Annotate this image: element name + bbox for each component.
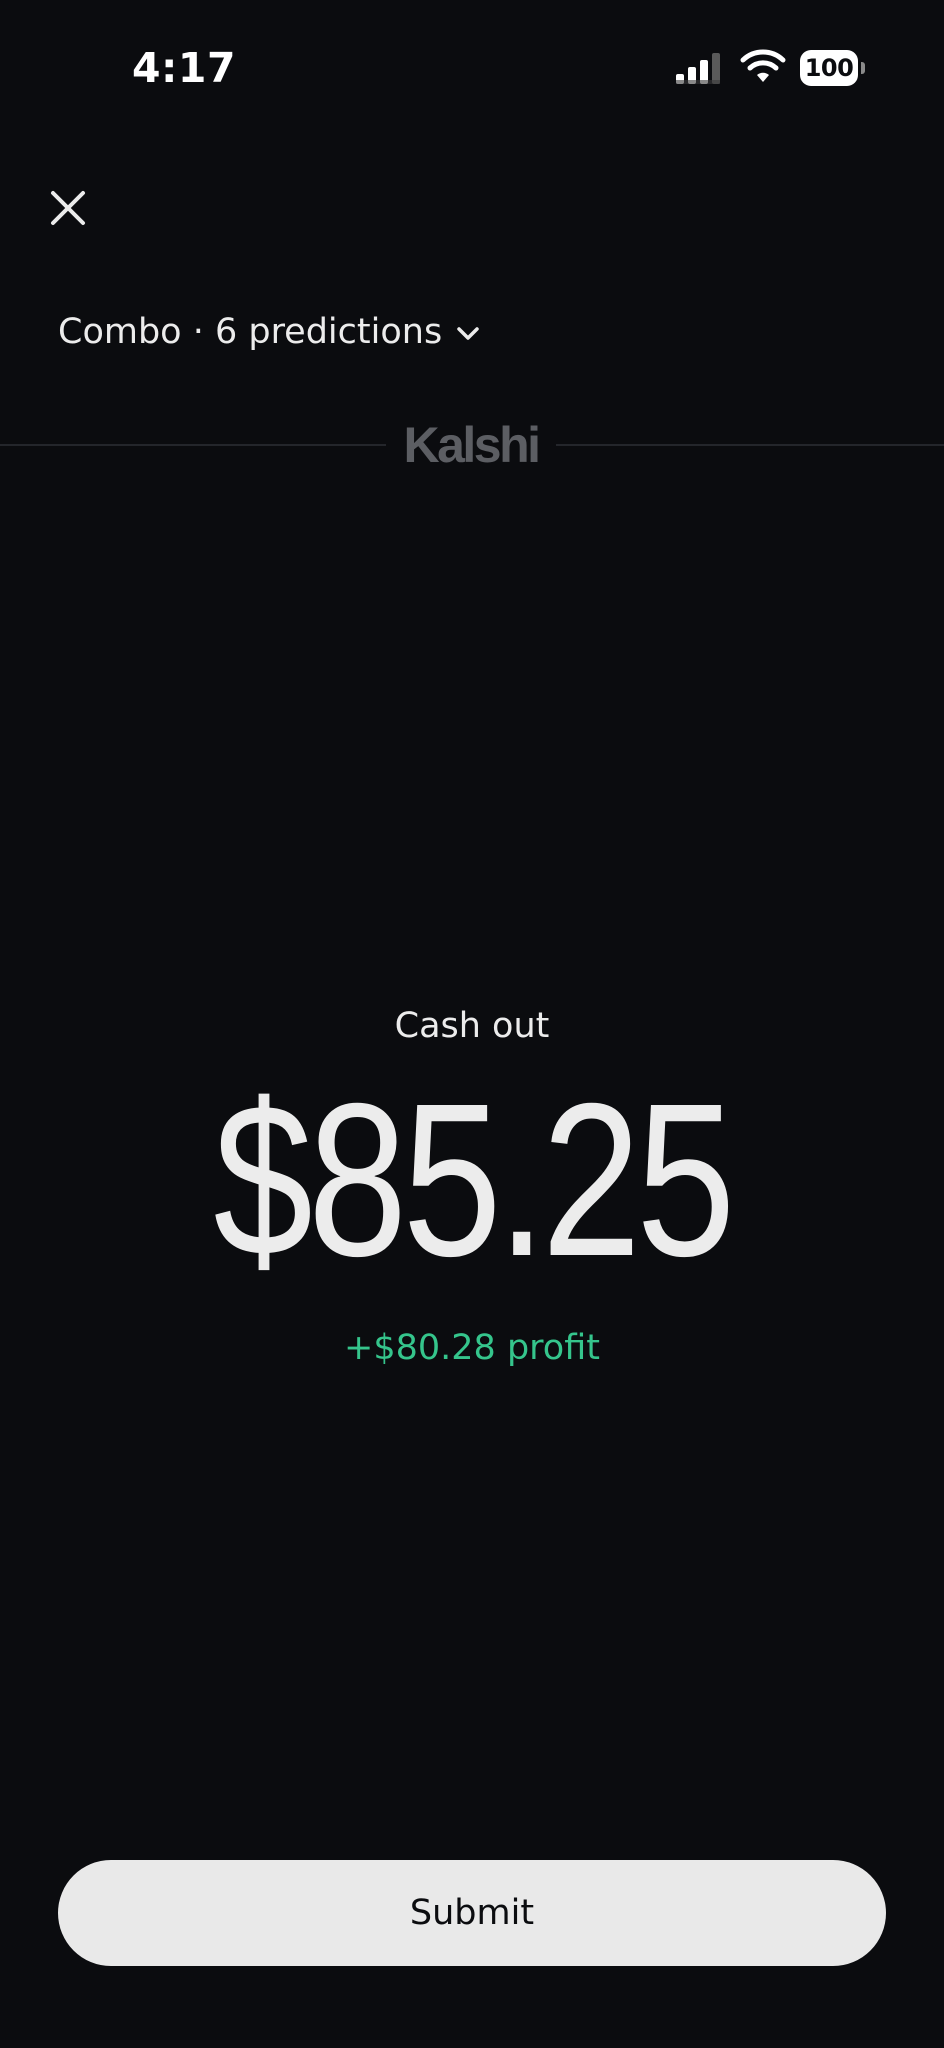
combo-label: Combo · 6 predictions (58, 312, 443, 352)
battery-level: 100 (800, 50, 858, 86)
profit-text: +$80.28 profit (344, 1328, 600, 1368)
divider-left (0, 444, 386, 446)
status-bar: 4:17 100 (0, 0, 944, 140)
battery-icon: 100 (800, 50, 866, 86)
close-icon (51, 191, 85, 225)
brand-logo: Kalshi (403, 417, 541, 473)
submit-button[interactable]: Submit (58, 1860, 886, 1966)
chevron-down-icon (457, 327, 479, 340)
wifi-icon (740, 49, 786, 82)
battery-tip (861, 62, 865, 74)
combo-selector[interactable]: Combo · 6 predictions (58, 312, 482, 352)
signal-icon (676, 53, 720, 84)
close-button[interactable] (40, 180, 96, 236)
cashout-title: Cash out (394, 1006, 550, 1046)
status-time: 4:17 (132, 44, 236, 92)
divider-right (556, 444, 944, 446)
cashout-amount: $85.25 (213, 1059, 735, 1302)
